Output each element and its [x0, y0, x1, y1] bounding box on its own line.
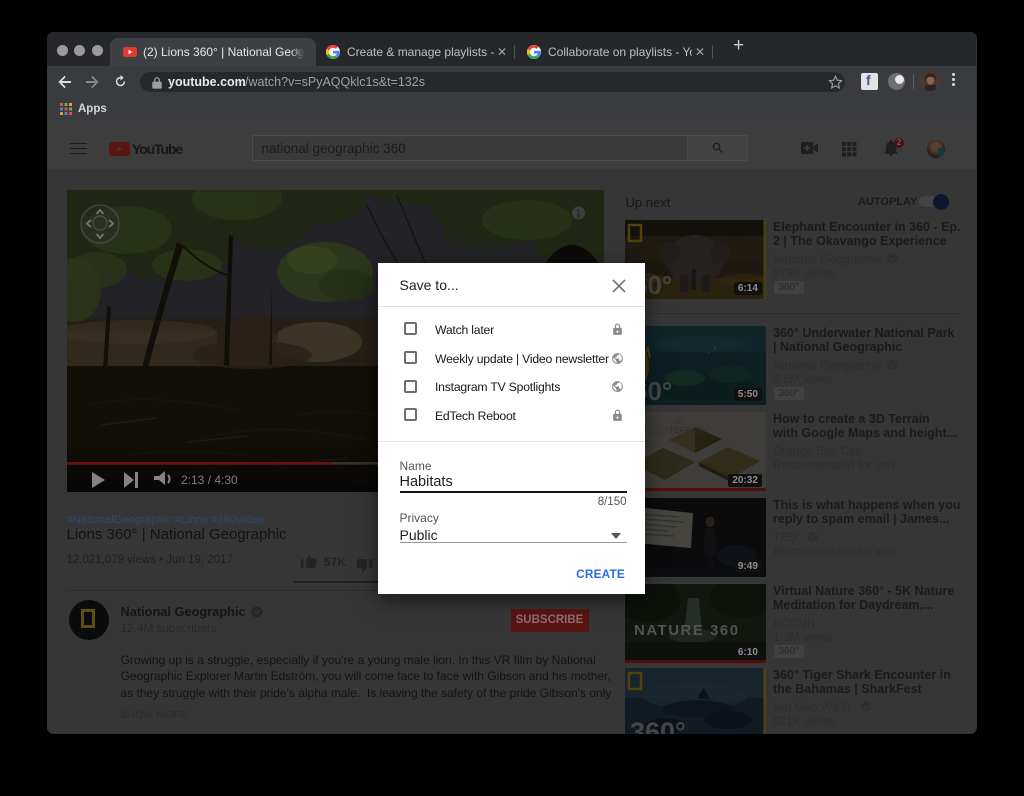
svg-text:360°: 360° [630, 717, 686, 734]
svg-text:NATURE 360: NATURE 360 [634, 622, 740, 639]
svg-text:2:13 / 4:30: 2:13 / 4:30 [181, 473, 238, 487]
svg-text:TERRAIN: TERRAIN [669, 426, 704, 435]
